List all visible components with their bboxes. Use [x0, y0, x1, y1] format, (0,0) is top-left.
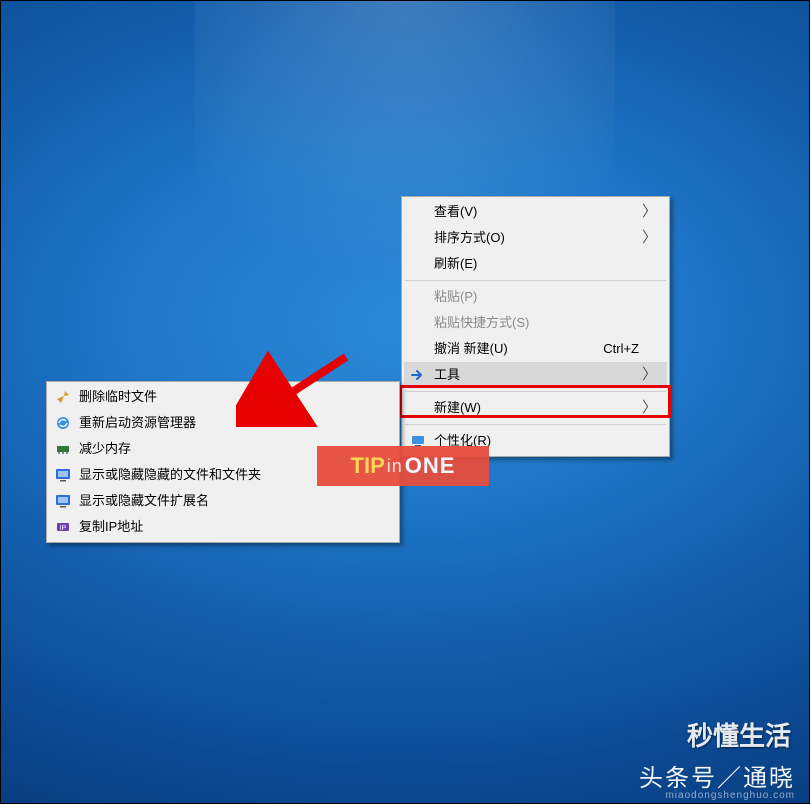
menu-item-new[interactable]: 新建(W) 〉 — [404, 395, 667, 421]
menu-item-label: 粘贴快捷方式(S) — [434, 315, 529, 330]
menu-item-label: 工具 — [434, 367, 460, 382]
monitor-toggle-icon — [55, 493, 71, 509]
arrow-right-blue-icon — [410, 367, 426, 383]
ram-chip-icon — [55, 441, 71, 457]
desktop-context-menu: 查看(V) 〉 排序方式(O) 〉 刷新(E) 粘贴(P) 粘贴快捷方式(S) … — [401, 196, 670, 457]
menu-item-tools[interactable]: 工具 〉 — [404, 362, 667, 388]
watermark-tip: TIP — [351, 453, 385, 479]
branding-footer: 头条号／通晓 — [639, 758, 795, 793]
ip-copy-icon: IP — [55, 519, 71, 535]
menu-item-toggle-extensions[interactable]: 显示或隐藏文件扩展名 — [49, 488, 397, 514]
chevron-right-icon: 〉 — [642, 395, 657, 421]
menu-item-sort[interactable]: 排序方式(O) 〉 — [404, 225, 667, 251]
menu-separator — [405, 424, 666, 425]
menu-item-label: 刷新(E) — [434, 256, 477, 271]
chevron-right-icon: 〉 — [642, 199, 657, 225]
svg-text:IP: IP — [60, 525, 67, 532]
tipinone-watermark: TIPinONE — [317, 446, 489, 486]
menu-item-label: 撤消 新建(U) — [434, 341, 508, 356]
globe-refresh-icon — [55, 415, 71, 431]
menu-item-shortcut: Ctrl+Z — [603, 336, 639, 362]
menu-item-label: 重新启动资源管理器 — [79, 415, 196, 430]
menu-item-restart-explorer[interactable]: 重新启动资源管理器 — [49, 410, 397, 436]
menu-separator — [405, 280, 666, 281]
menu-item-label: 复制IP地址 — [79, 519, 143, 534]
menu-item-label: 粘贴(P) — [434, 289, 477, 304]
watermark-in: in — [387, 456, 403, 477]
watermark-one: ONE — [405, 453, 456, 479]
monitor-toggle-icon — [55, 467, 71, 483]
menu-item-paste-shortcut: 粘贴快捷方式(S) — [404, 310, 667, 336]
menu-item-copy-ip[interactable]: IP 复制IP地址 — [49, 514, 397, 540]
branding-footer-sub: miaodongshenghuo.com — [665, 790, 795, 801]
chevron-right-icon: 〉 — [642, 362, 657, 388]
broom-icon — [55, 389, 71, 405]
menu-item-label: 查看(V) — [434, 204, 477, 219]
menu-item-view[interactable]: 查看(V) 〉 — [404, 199, 667, 225]
menu-item-label: 新建(W) — [434, 400, 481, 415]
branding-miaodong: 秒懂生活 — [687, 716, 791, 753]
chevron-right-icon: 〉 — [642, 225, 657, 251]
menu-item-delete-temp[interactable]: 删除临时文件 — [49, 384, 397, 410]
menu-item-refresh[interactable]: 刷新(E) — [404, 251, 667, 277]
windows-desktop[interactable]: 查看(V) 〉 排序方式(O) 〉 刷新(E) 粘贴(P) 粘贴快捷方式(S) … — [0, 0, 810, 804]
menu-item-undo-new[interactable]: 撤消 新建(U) Ctrl+Z — [404, 336, 667, 362]
menu-item-label: 显示或隐藏隐藏的文件和文件夹 — [79, 467, 261, 482]
menu-separator — [405, 391, 666, 392]
menu-item-paste: 粘贴(P) — [404, 284, 667, 310]
menu-item-label: 显示或隐藏文件扩展名 — [79, 493, 209, 508]
menu-item-label: 排序方式(O) — [434, 230, 505, 245]
menu-item-label: 减少内存 — [79, 441, 131, 456]
menu-item-label: 删除临时文件 — [79, 389, 157, 404]
